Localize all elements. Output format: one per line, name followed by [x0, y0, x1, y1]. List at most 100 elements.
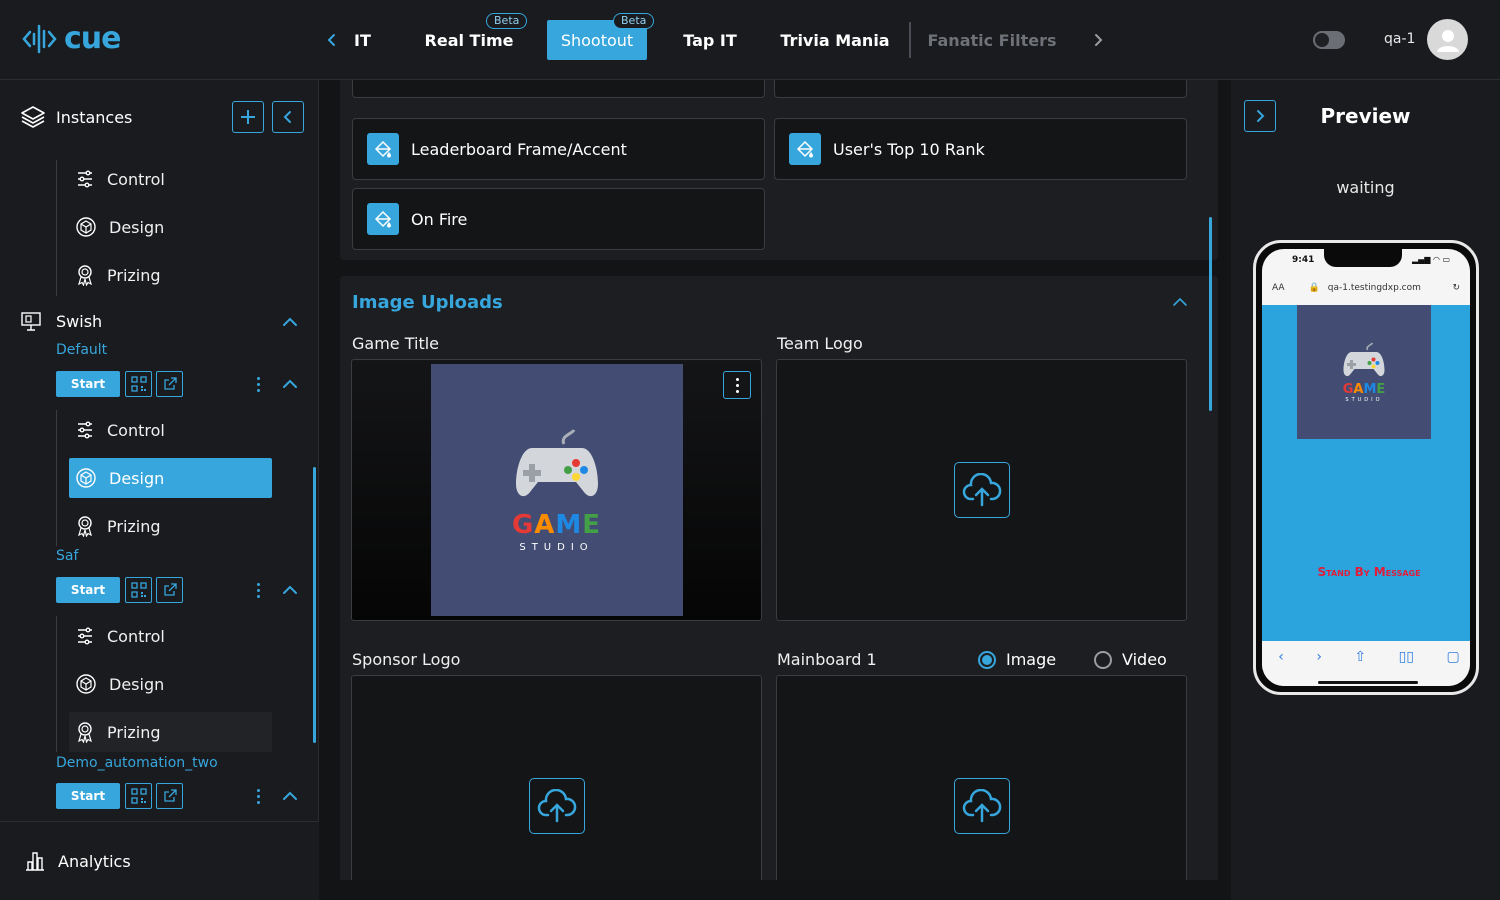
tab-tap-it[interactable]: Tap IT [676, 20, 744, 60]
sidebar-item-label: Design [109, 217, 165, 237]
media-radio-video[interactable]: Video [1094, 650, 1167, 669]
sidebar-scrollbar[interactable] [313, 467, 316, 743]
cube-icon [76, 674, 96, 694]
sidebar-item-design[interactable]: Design [69, 664, 272, 704]
user-name: qa-1 [1384, 31, 1416, 47]
sliders-icon [78, 170, 92, 188]
avatar[interactable] [1427, 19, 1468, 60]
radio-button[interactable] [978, 650, 996, 669]
preview-panel: Preview waiting 9:41 ▂▄▆ ◠ ▭ AA 🔒 qa-1.t… [1231, 80, 1500, 900]
media-radio-image[interactable]: Image [978, 650, 1056, 669]
top-bar: cue IT Beta Real Time Beta Shootout Tap … [0, 0, 1500, 80]
more-options-button[interactable] [250, 577, 266, 603]
collapse-instance-button[interactable] [280, 580, 300, 600]
field-label-team-logo: Team Logo [777, 334, 863, 353]
collapse-instance-button[interactable] [280, 786, 300, 806]
add-instance-button[interactable] [232, 101, 264, 133]
qr-code-icon [130, 376, 147, 392]
main-scrollbar[interactable] [1209, 217, 1212, 411]
tab-fanatic-filters[interactable]: Fanatic Filters [928, 20, 1057, 60]
theme-toggle[interactable] [1313, 31, 1345, 49]
sidebar-item-prizing[interactable]: Prizing [69, 712, 272, 752]
tab-trivia-mania[interactable]: Trivia Mania [776, 20, 894, 60]
color-card-on-fire[interactable]: On Fire [352, 188, 765, 250]
sidebar-item-label: Control [107, 169, 165, 189]
tabs-next-button[interactable] [1086, 28, 1110, 52]
sidebar-item-control[interactable]: Control [69, 410, 272, 450]
start-button[interactable]: Start [56, 371, 120, 397]
radio-button[interactable] [1094, 650, 1112, 669]
sidebar: Instances Control Design Prizing Swish D… [0, 80, 319, 900]
gamepad-icon [515, 428, 598, 496]
logo-text: cue [64, 21, 121, 56]
cloud-upload-icon [528, 778, 585, 834]
phone-logo-sub: STUDIO [1345, 396, 1383, 403]
image-options-button[interactable] [723, 371, 751, 399]
tabs-prev-button[interactable] [320, 28, 344, 52]
sidebar-item-label: Control [107, 626, 165, 646]
beta-badge: Beta [486, 13, 528, 29]
paint-bucket-icon [789, 133, 821, 165]
cube-icon [76, 217, 96, 237]
color-card-leaderboard-frame[interactable]: Leaderboard Frame/Accent [352, 118, 765, 180]
start-button[interactable]: Start [56, 783, 120, 809]
sidebar-item-prizing[interactable]: Prizing [69, 255, 272, 295]
sidebar-group-swish[interactable]: Swish [20, 310, 102, 332]
gamepad-icon [1343, 342, 1385, 376]
nav-tree-line [56, 616, 57, 752]
external-link-icon [163, 789, 177, 802]
color-card-top10-rank[interactable]: User's Top 10 Rank [774, 118, 1187, 180]
open-link-button[interactable] [156, 371, 183, 397]
sidebar-item-design[interactable]: Design [69, 207, 272, 247]
analytics-link[interactable]: Analytics [24, 850, 131, 872]
collapse-instance-button[interactable] [280, 374, 300, 394]
sliders-icon [78, 421, 92, 439]
chevron-left-icon [283, 111, 291, 123]
sidebar-item-prizing[interactable]: Prizing [69, 506, 272, 546]
qr-code-button[interactable] [125, 577, 152, 603]
phone-screen: 9:41 ▂▄▆ ◠ ▭ AA 🔒 qa-1.testingdxp.com ↻ [1262, 249, 1470, 686]
home-indicator [1318, 681, 1418, 684]
radio-label: Video [1122, 650, 1167, 669]
logo[interactable]: cue [22, 22, 121, 56]
sidebar-item-label: Control [107, 420, 165, 440]
text-size-label: AA [1272, 283, 1285, 293]
phone-logo-word: GAME [1342, 381, 1386, 397]
game-title-upload[interactable]: GAME STUDIO [351, 359, 762, 621]
sidebar-item-label: Prizing [107, 516, 161, 536]
award-icon [78, 722, 92, 743]
chevron-up-icon [283, 585, 297, 594]
sponsor-logo-upload[interactable] [351, 675, 762, 880]
tab-shootout[interactable]: Beta Shootout [547, 13, 655, 60]
phone-toolbar: ‹ › ⇧ ▯▯ ▢ [1262, 641, 1470, 686]
qr-code-button[interactable] [125, 371, 152, 397]
open-link-button[interactable] [156, 783, 183, 809]
mainboard-upload[interactable] [776, 675, 1187, 880]
collapse-section-button[interactable] [1170, 292, 1190, 312]
collapse-group-button[interactable] [280, 312, 300, 332]
phone-notch [1324, 249, 1402, 267]
tab-swish-it[interactable]: IT [354, 20, 384, 60]
tabs-icon: ▢ [1446, 649, 1460, 665]
open-link-button[interactable] [156, 577, 183, 603]
more-options-button[interactable] [250, 783, 266, 809]
color-card-label: Leaderboard Frame/Accent [411, 139, 627, 159]
start-button[interactable]: Start [56, 577, 120, 603]
sidebar-item-control[interactable]: Control [69, 616, 272, 656]
tab-real-time[interactable]: Beta Real Time [420, 13, 528, 60]
collapse-sidebar-button[interactable] [272, 101, 304, 133]
color-card[interactable] [774, 80, 1187, 98]
game-logo-sub: STUDIO [519, 541, 594, 553]
more-options-button[interactable] [250, 371, 266, 397]
qr-code-button[interactable] [125, 783, 152, 809]
team-logo-upload[interactable] [776, 359, 1187, 621]
phone-game-logo: GAME STUDIO [1297, 305, 1431, 439]
field-label-sponsor-logo: Sponsor Logo [352, 650, 461, 669]
sidebar-item-design[interactable]: Design [69, 458, 272, 498]
color-card[interactable] [352, 80, 765, 98]
color-card-label: On Fire [411, 209, 468, 229]
chevron-up-icon [1173, 297, 1187, 306]
sidebar-item-control[interactable]: Control [69, 159, 272, 199]
sidebar-footer: Analytics [0, 821, 319, 900]
lock-icon: 🔒 [1308, 283, 1320, 293]
